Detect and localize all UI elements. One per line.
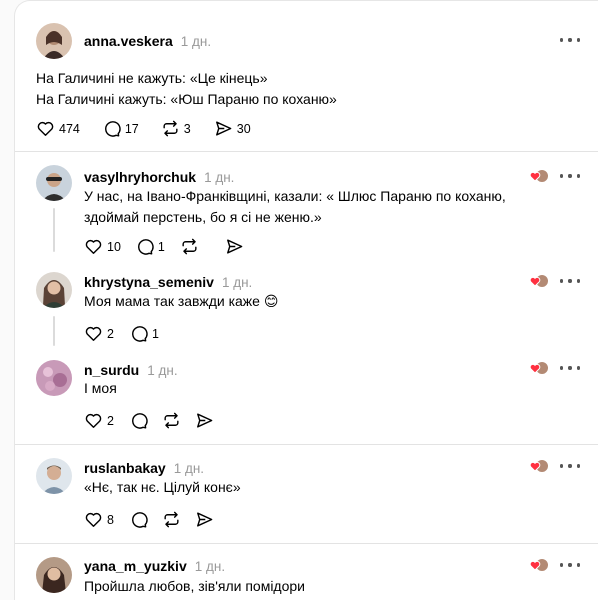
comment-icon — [132, 512, 148, 528]
timestamp[interactable]: 1 дн. — [195, 559, 225, 574]
share-count: 30 — [236, 121, 251, 136]
reply-post: khrystyna_semeniv 1 дн. Моя мама так зав… — [15, 262, 598, 347]
timestamp[interactable]: 1 дн. — [174, 461, 204, 476]
more-options-icon[interactable] — [558, 32, 582, 48]
reply-button[interactable] — [129, 510, 148, 529]
like-count: 2 — [107, 413, 114, 428]
reply-post: yana_m_yuzkiv 1 дн. Пройшла любов, зів'я… — [15, 544, 598, 600]
reply-post: n_surdu 1 дн. І моя 2 — [15, 347, 598, 442]
username[interactable]: khrystyna_semeniv — [84, 274, 214, 290]
heart-icon — [37, 121, 54, 136]
avatar[interactable] — [36, 272, 72, 308]
more-options-icon[interactable] — [558, 168, 582, 184]
post-text: Пройшла любов, зів'яли помідори — [84, 578, 305, 594]
post-text: У нас, на Івано-Франківщині, казали: « Ш… — [84, 188, 506, 225]
post-text: На Галичині не кажуть: «Це кінець» На Га… — [36, 70, 337, 107]
share-icon — [197, 413, 213, 428]
action-bar: 474 17 3 30 — [36, 119, 265, 138]
reply-button[interactable] — [129, 411, 148, 430]
repost-button[interactable]: 3 — [161, 119, 192, 138]
repost-icon — [164, 412, 179, 429]
share-icon — [197, 512, 213, 527]
like-button[interactable]: 10 — [84, 237, 121, 256]
liked-by-author-icon — [529, 168, 549, 184]
heart-icon — [85, 239, 102, 254]
repost-count: 3 — [183, 121, 191, 136]
like-count: 2 — [107, 326, 114, 341]
reply-count: 1 — [152, 326, 159, 341]
thread-line — [53, 208, 55, 252]
like-count: 474 — [59, 121, 80, 136]
like-button[interactable]: 474 — [36, 119, 80, 138]
repost-icon — [164, 511, 179, 528]
avatar[interactable] — [36, 360, 72, 396]
comment-icon — [132, 326, 148, 342]
timestamp[interactable]: 1 дн. — [222, 275, 252, 290]
heart-icon — [85, 512, 102, 527]
avatar[interactable] — [36, 165, 72, 201]
comment-icon — [104, 121, 121, 137]
repost-icon — [182, 238, 197, 255]
username[interactable]: ruslanbakay — [84, 460, 166, 476]
main-post: anna.veskera 1 дн. На Галичині не кажуть… — [15, 1, 598, 151]
thread-line — [53, 316, 55, 346]
more-options-icon[interactable] — [558, 360, 582, 376]
action-bar: 8 — [84, 510, 228, 529]
heart-icon — [85, 326, 102, 341]
username[interactable]: yana_m_yuzkiv — [84, 558, 187, 574]
avatar[interactable] — [36, 23, 72, 59]
timestamp[interactable]: 1 дн. — [204, 170, 234, 185]
post-text: «Нє, так нє. Цілуй конє» — [84, 479, 241, 495]
like-button[interactable]: 8 — [84, 510, 115, 529]
reply-count: 17 — [124, 121, 139, 136]
repost-button[interactable] — [162, 411, 181, 430]
action-bar: 2 1 — [84, 324, 174, 343]
action-bar: 2 — [84, 411, 228, 430]
liked-by-author-icon — [529, 557, 549, 573]
reply-post: ruslanbakay 1 дн. «Нє, так нє. Цілуй кон… — [15, 445, 598, 543]
like-count: 8 — [107, 512, 114, 527]
username[interactable]: vasylhryhorchuk — [84, 169, 196, 185]
post-text: І моя — [84, 380, 117, 396]
repost-icon — [163, 120, 178, 137]
thread-card: anna.veskera 1 дн. На Галичині не кажуть… — [14, 0, 598, 600]
comment-icon — [137, 239, 154, 255]
timestamp[interactable]: 1 дн. — [181, 34, 211, 49]
repost-button[interactable] — [180, 237, 211, 256]
post-text: Моя мама так завжди каже 😊 — [84, 293, 279, 309]
reply-count: 1 — [157, 239, 165, 254]
share-icon — [226, 239, 243, 254]
share-button[interactable] — [195, 411, 214, 430]
liked-by-author-icon — [529, 360, 549, 376]
more-options-icon[interactable] — [558, 557, 582, 573]
heart-icon — [85, 413, 102, 428]
like-button[interactable]: 2 — [84, 411, 115, 430]
reply-button[interactable]: 17 — [102, 119, 139, 138]
timestamp[interactable]: 1 дн. — [147, 363, 177, 378]
share-icon — [215, 121, 232, 136]
more-options-icon[interactable] — [558, 273, 582, 289]
share-button[interactable] — [195, 510, 214, 529]
avatar[interactable] — [36, 557, 72, 593]
username[interactable]: anna.veskera — [84, 33, 173, 49]
action-bar: 10 1 — [84, 237, 270, 256]
share-button[interactable]: 30 — [214, 119, 251, 138]
like-count: 10 — [107, 239, 121, 254]
reply-button[interactable]: 1 — [129, 324, 160, 343]
liked-by-author-icon — [529, 458, 549, 474]
comment-icon — [132, 413, 148, 429]
reply-post: vasylhryhorchuk 1 дн. У нас, на Івано-Фр… — [15, 152, 598, 262]
avatar[interactable] — [36, 458, 72, 494]
repost-button[interactable] — [162, 510, 181, 529]
username[interactable]: n_surdu — [84, 362, 139, 378]
like-button[interactable]: 2 — [84, 324, 115, 343]
liked-by-author-icon — [529, 273, 549, 289]
share-button[interactable] — [225, 237, 256, 256]
more-options-icon[interactable] — [558, 458, 582, 474]
reply-button[interactable]: 1 — [135, 237, 166, 256]
